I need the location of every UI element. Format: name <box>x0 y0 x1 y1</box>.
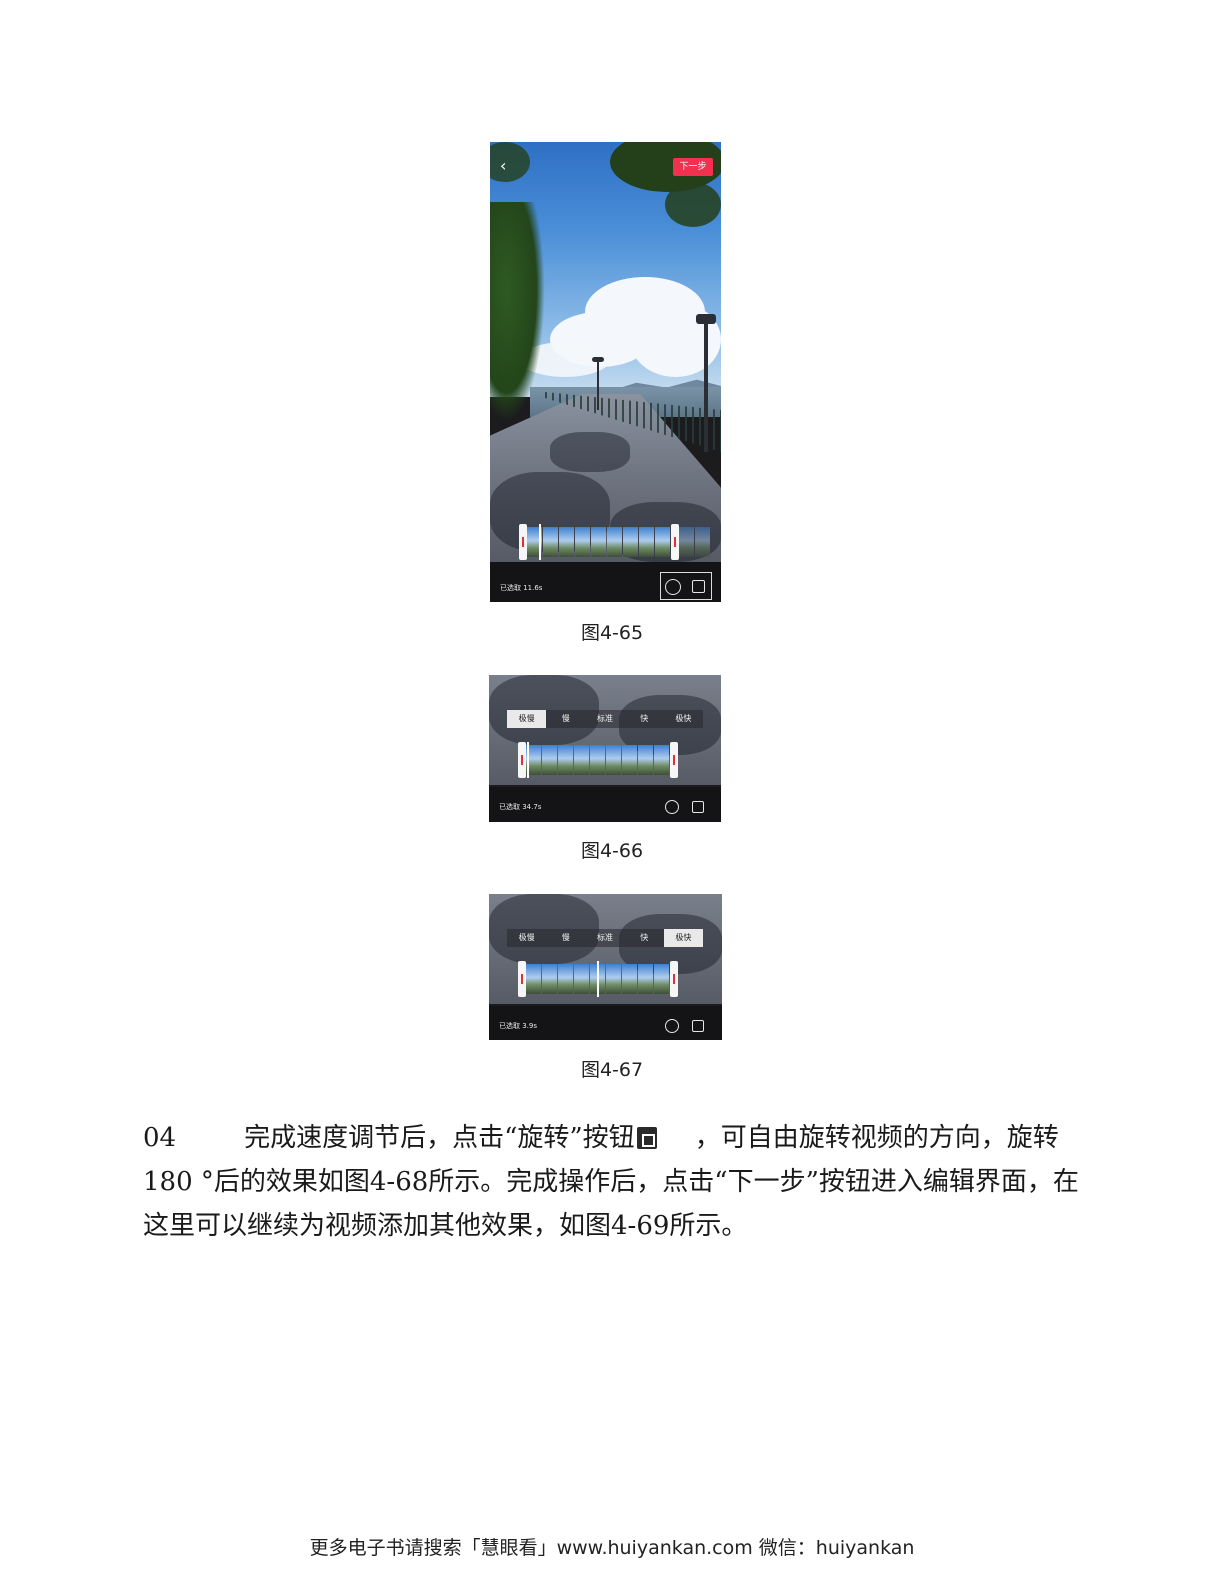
figure-caption: 图4-67 <box>580 1059 644 1081</box>
trim-handle-right[interactable] <box>670 742 678 778</box>
video-filmstrip[interactable] <box>518 742 678 778</box>
selected-duration: 已选取 34.7s <box>499 803 542 811</box>
step-number: 04 <box>143 1123 177 1153</box>
rotate-icon <box>636 1127 657 1149</box>
back-icon[interactable]: ‹ <box>500 158 516 174</box>
lamp-head <box>592 357 604 362</box>
speed-option-very-fast[interactable]: 极快 <box>664 710 703 728</box>
lamp-head <box>696 314 716 324</box>
speed-option-standard[interactable]: 标准 <box>585 710 624 728</box>
trees-left <box>490 202 545 422</box>
speed-option-fast[interactable]: 快 <box>625 710 664 728</box>
body-paragraph: 04 完成速度调节后，点击“旋转”按钮 ，可自由旋转视频的方向，旋转180 °后的效… <box>143 1116 1083 1248</box>
rotate-icon[interactable] <box>692 1020 704 1032</box>
page-footer: 更多电子书请搜索「慧眼看」www.huiyankan.com 微信：huiyan… <box>309 1537 915 1559</box>
lamp-post <box>704 322 708 452</box>
selected-duration: 已选取 11.6s <box>500 584 543 592</box>
playhead[interactable] <box>539 524 541 560</box>
selected-duration: 已选取 3.9s <box>499 1022 538 1030</box>
screenshot-fig-4-65: ‹ 下一步 已选取 11.6s <box>490 142 721 602</box>
tree-branch <box>665 182 721 227</box>
speed-selector[interactable]: 极慢 慢 标准 快 极快 <box>507 929 704 947</box>
speed-icon[interactable] <box>665 1019 679 1033</box>
next-step-button[interactable]: 下一步 <box>673 158 713 176</box>
rotate-icon[interactable] <box>692 580 705 593</box>
speed-option-fast[interactable]: 快 <box>625 929 664 947</box>
trim-handle-right[interactable] <box>671 524 679 560</box>
paragraph-text-part1: 完成速度调节后，点击“旋转”按钮 <box>244 1123 635 1153</box>
speed-option-slow[interactable]: 慢 <box>546 710 585 728</box>
speed-option-very-slow[interactable]: 极慢 <box>507 929 546 947</box>
screenshot-fig-4-66: 极慢 慢 标准 快 极快 已选取 34.7s <box>489 675 721 822</box>
trim-handle-right[interactable] <box>670 961 678 997</box>
trim-handle-left[interactable] <box>518 961 526 997</box>
screenshot-fig-4-67: 极慢 慢 标准 快 极快 已选取 3.9s <box>489 894 722 1040</box>
figure-caption: 图4-66 <box>580 840 644 862</box>
trim-handle-left[interactable] <box>518 742 526 778</box>
speed-icon[interactable] <box>665 579 681 595</box>
playhead[interactable] <box>527 742 529 778</box>
playhead[interactable] <box>597 961 599 997</box>
speed-selector[interactable]: 极慢 慢 标准 快 极快 <box>507 710 703 728</box>
trim-handle-left[interactable] <box>519 524 527 560</box>
tree-shadow <box>550 432 630 472</box>
lamp-post <box>597 360 599 410</box>
speed-option-standard[interactable]: 标准 <box>585 929 624 947</box>
rotate-icon[interactable] <box>692 801 704 813</box>
speed-option-very-fast[interactable]: 极快 <box>663 929 704 947</box>
speed-option-very-slow[interactable]: 极慢 <box>507 710 547 728</box>
figure-caption: 图4-65 <box>580 622 644 644</box>
speed-icon[interactable] <box>665 800 679 814</box>
speed-option-slow[interactable]: 慢 <box>546 929 585 947</box>
video-filmstrip[interactable] <box>519 524 711 560</box>
